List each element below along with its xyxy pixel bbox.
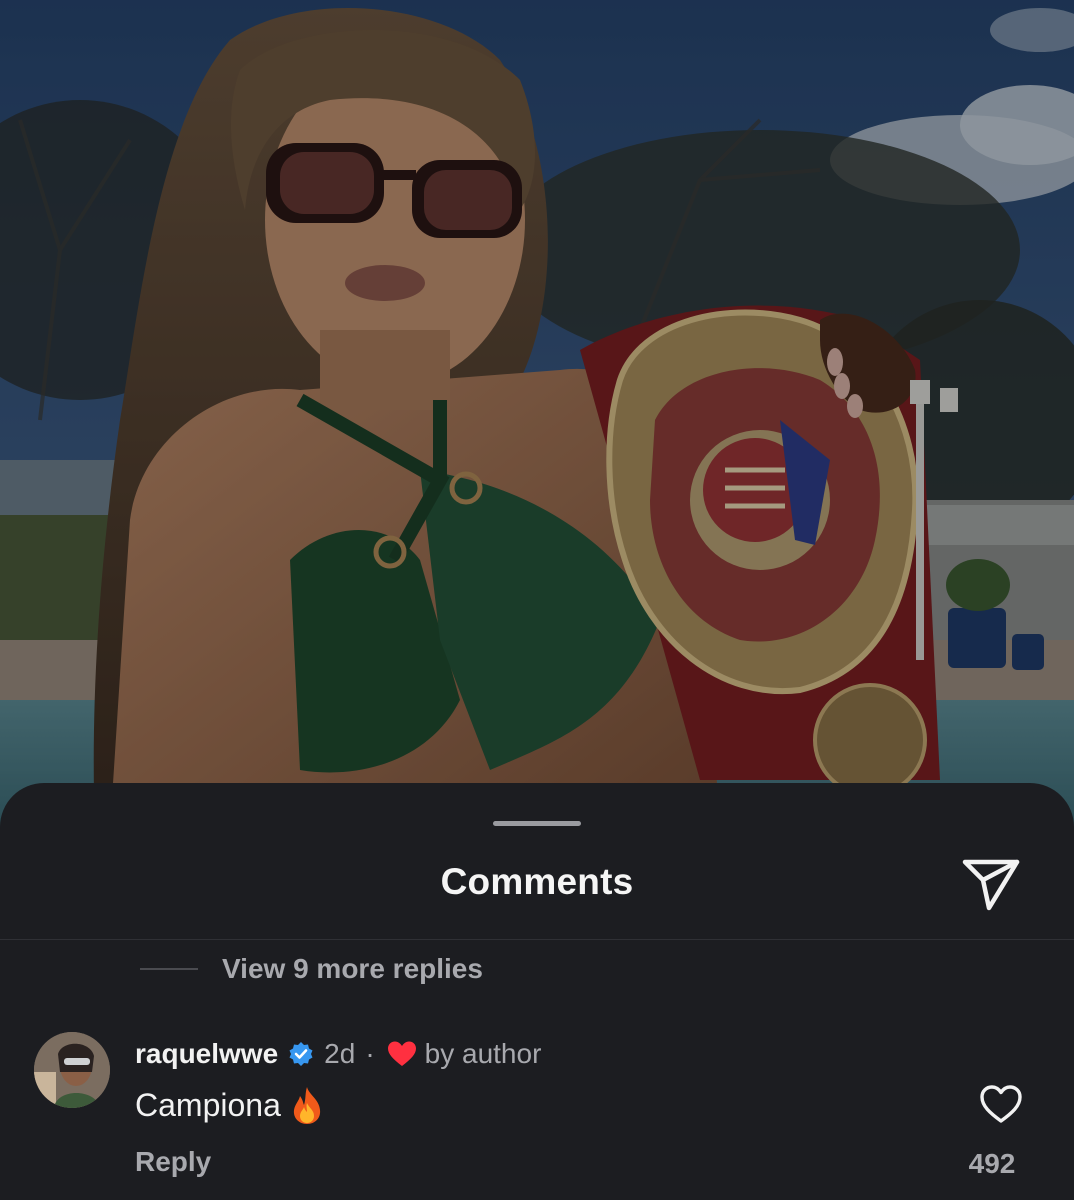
like-count: 492 [968,1148,1016,1179]
comment-time: 2d [324,1038,356,1069]
paper-plane-icon [962,859,1020,911]
sheet-title: Comments [440,861,634,902]
view-more-replies-button[interactable]: View 9 more replies [140,949,483,989]
screen: Comments View 9 more replies raquelwwe 2… [0,0,1074,1200]
comments-sheet: Comments View 9 more replies raquelwwe 2… [0,783,1074,1200]
sheet-grabber[interactable] [493,821,581,826]
verified-badge-icon [289,1042,313,1066]
view-more-replies-label: View 9 more replies [222,953,483,984]
share-button[interactable] [958,851,1024,917]
comment-username[interactable]: raquelwwe [135,1038,278,1070]
reply-button[interactable]: Reply [135,1146,211,1178]
liked-by-author-heart-icon [387,1041,416,1066]
meta-separator: · [365,1038,375,1069]
heart-outline-icon [980,1085,1022,1123]
header-divider [0,939,1074,940]
like-comment-button[interactable] [976,1081,1026,1127]
comment-text-content: Campiona [135,1086,281,1123]
liked-by-author-label: by author [424,1038,542,1069]
post-photo[interactable] [0,0,1074,830]
photo-overlay [0,0,1074,830]
comment-text: Campiona [135,1083,325,1127]
thread-line [140,968,198,970]
fire-emoji-icon [293,1087,320,1124]
avatar[interactable] [34,1032,110,1108]
comment-header: raquelwwe 2d · by author [135,1034,541,1074]
